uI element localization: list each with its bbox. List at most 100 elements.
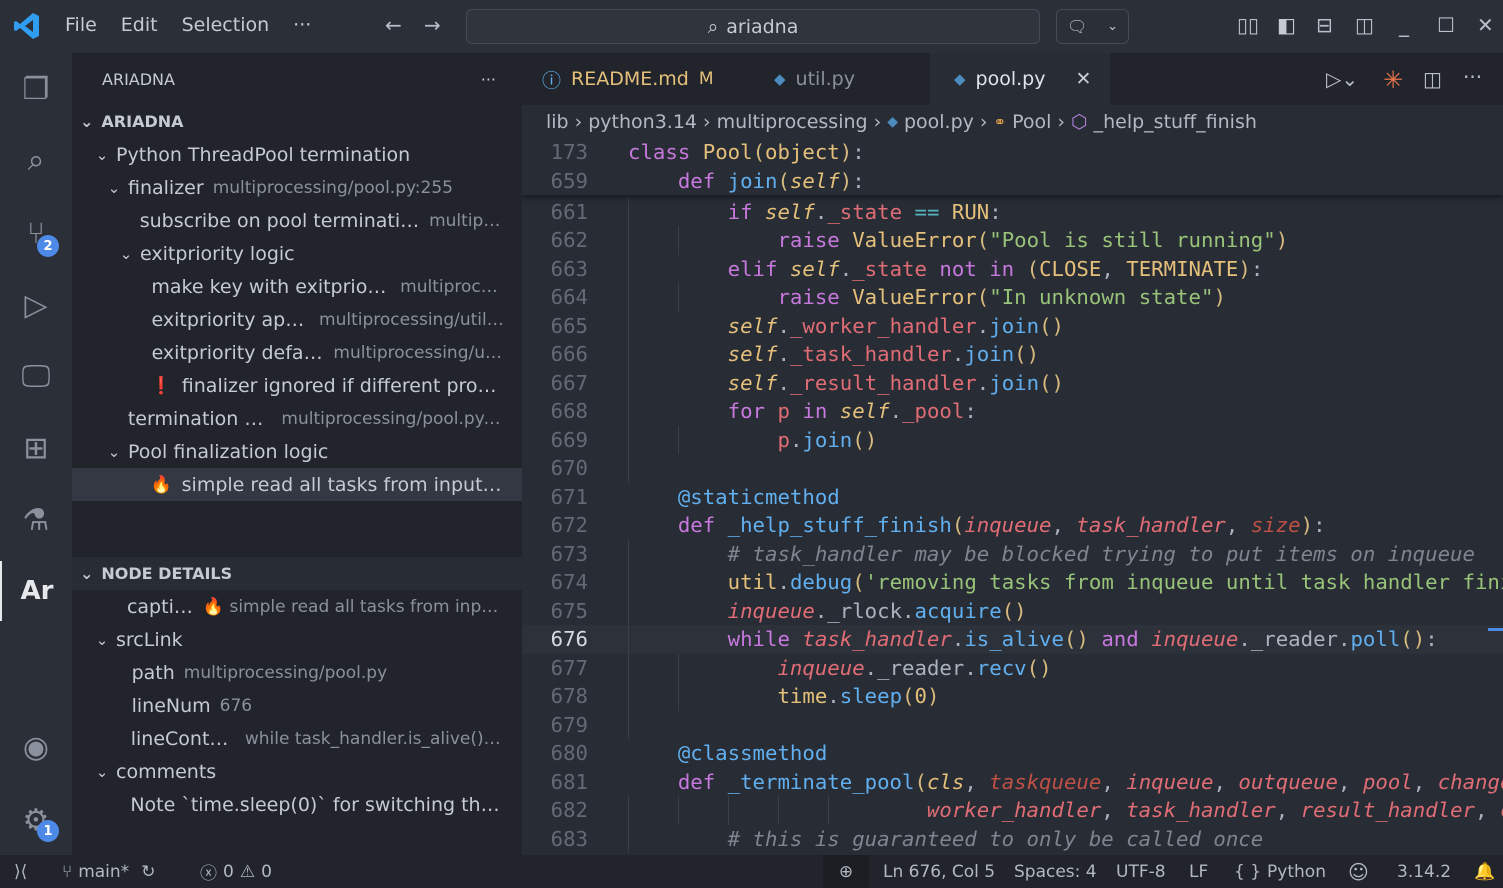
menu-selection[interactable]: Selection: [182, 14, 270, 36]
tree-item[interactable]: exitpriority default multiprocessing/ut..…: [72, 336, 522, 369]
notifications-bell-icon[interactable]: 🔔: [1474, 855, 1495, 888]
code-line[interactable]: 672 def _help_stuff_finish(inqueue, task…: [522, 511, 1503, 540]
tree-item[interactable]: ⌄ finalizer multiprocessing/pool.py:255: [72, 171, 522, 204]
tree-item[interactable]: ⌄ exitpriority logic: [72, 237, 522, 270]
breadcrumb-lib[interactable]: lib: [546, 111, 569, 133]
account-icon[interactable]: ◉: [0, 717, 72, 777]
tree-item[interactable]: make key with exitpriority multiproce...: [72, 270, 522, 303]
chevron-down-icon[interactable]: ⌄: [92, 146, 112, 164]
tree-item[interactable]: lineNum 676: [72, 689, 522, 722]
split-editor-icon[interactable]: ◫: [1423, 67, 1442, 91]
code-line[interactable]: 678 time.sleep(0): [522, 682, 1503, 711]
toggle-panel-icon[interactable]: ⊟: [1316, 13, 1333, 37]
menu-edit[interactable]: Edit: [121, 14, 158, 36]
tab-util-py[interactable]: ◆ util.py: [750, 53, 930, 105]
tree-item[interactable]: ⌄ comments: [72, 755, 522, 788]
zoom-icon[interactable]: ⊕: [823, 855, 869, 888]
close-window-icon[interactable]: ✕: [1477, 13, 1494, 37]
code-line[interactable]: 681 def _terminate_pool(cls, taskqueue, …: [522, 768, 1503, 797]
code-line[interactable]: 675 inqueue._rlock.acquire(): [522, 596, 1503, 625]
section-node-details-header[interactable]: ⌄ NODE DETAILS: [72, 557, 522, 590]
cursor-position[interactable]: Ln 676, Col 5: [883, 855, 995, 888]
breadcrumb-method[interactable]: _help_stuff_finish: [1094, 111, 1257, 133]
run-debug-icon[interactable]: ▷: [0, 275, 72, 335]
tree-item[interactable]: ⌄ Python ThreadPool termination: [72, 138, 522, 171]
code-line[interactable]: 676 while task_handler.is_alive() and in…: [522, 625, 1503, 654]
sidebar-more-button[interactable]: ···: [481, 70, 496, 89]
code-line[interactable]: 677 inqueue._reader.recv(): [522, 653, 1503, 682]
chat-button[interactable]: 🗨 ⌄: [1056, 9, 1129, 44]
search-icon[interactable]: ⌕: [0, 130, 72, 190]
code-line[interactable]: 679: [522, 710, 1503, 739]
tree-item[interactable]: ❗ finalizer ignored if different proces..…: [72, 369, 522, 402]
encoding[interactable]: UTF-8: [1116, 855, 1166, 888]
remote-explorer-icon[interactable]: 🖵: [0, 346, 72, 406]
code-line[interactable]: 663 elif self._state not in (CLOSE, TERM…: [522, 254, 1503, 283]
menu-more[interactable]: ···: [293, 14, 311, 36]
extensions-icon[interactable]: ⊞: [0, 418, 72, 478]
close-tab-icon[interactable]: ✕: [1075, 68, 1091, 90]
menu-file[interactable]: File: [65, 14, 97, 36]
branch-status[interactable]: ⑂ main* ↻: [62, 855, 155, 888]
code-line[interactable]: 664 raise ValueError("In unknown state"): [522, 283, 1503, 312]
code-line[interactable]: 666 self._task_handler.join(): [522, 340, 1503, 369]
language-mode[interactable]: { } Python: [1234, 855, 1326, 888]
ariadna-icon[interactable]: Ar: [0, 561, 72, 621]
tab-pool-py[interactable]: ◆ pool.py ✕: [930, 53, 1110, 105]
tree-item[interactable]: ⌄ Pool finalization logic: [72, 435, 522, 468]
code-line[interactable]: 665 self._worker_handler.join(): [522, 311, 1503, 340]
tab-readme[interactable]: ⓘ README.md M: [522, 53, 750, 105]
breadcrumb-file[interactable]: pool.py: [904, 111, 974, 133]
code-line[interactable]: 673 # task_handler may be blocked trying…: [522, 539, 1503, 568]
python-version[interactable]: 3.14.2: [1397, 855, 1451, 888]
problems-status[interactable]: ⓧ 0 ⚠ 0: [200, 855, 272, 888]
run-python-file-icon[interactable]: ▷⌄: [1326, 67, 1358, 91]
section-ariadna-header[interactable]: ⌄ ARIADNA: [72, 105, 522, 138]
maximize-icon[interactable]: ☐: [1437, 13, 1455, 37]
toggle-primary-sidebar-icon[interactable]: ◧: [1277, 13, 1296, 37]
code-line[interactable]: 671 @staticmethod: [522, 483, 1503, 512]
chevron-down-icon[interactable]: ⌄: [104, 443, 124, 461]
tree-item[interactable]: 🔥 simple read all tasks from input qu...: [72, 468, 522, 501]
breadcrumb-python[interactable]: python3.14: [588, 111, 697, 133]
source-control-icon[interactable]: ⑂ 2: [0, 203, 72, 263]
code-line[interactable]: 680 @classmethod: [522, 739, 1503, 768]
code-line[interactable]: 683 # this is guaranteed to only be call…: [522, 824, 1503, 853]
end-of-line[interactable]: LF: [1189, 855, 1208, 888]
tree-item[interactable]: lineContent while task_handler.is_alive()…: [72, 722, 522, 755]
breadcrumb-class[interactable]: Pool: [1012, 111, 1051, 133]
code-editor[interactable]: 661 if self._state == RUN: 662 raise Valu…: [522, 138, 1503, 855]
code-line[interactable]: 173 class Pool(object):: [522, 138, 1503, 167]
chevron-down-icon[interactable]: ⌄: [92, 763, 112, 781]
toggle-secondary-sidebar-icon[interactable]: ◫: [1355, 13, 1374, 37]
forward-arrow-icon[interactable]: →: [424, 13, 441, 37]
code-line[interactable]: 667 self._result_handler.join(): [522, 368, 1503, 397]
code-line[interactable]: 661 if self._state == RUN:: [522, 197, 1503, 226]
code-line[interactable]: 669 p.join(): [522, 425, 1503, 454]
tree-item[interactable]: subscribe on pool termination multipr...: [72, 204, 522, 237]
copilot-icon[interactable]: ☺: [1348, 855, 1369, 888]
breadcrumb-multiprocessing[interactable]: multiprocessing: [717, 111, 868, 133]
chevron-down-icon[interactable]: ⌄: [104, 179, 124, 197]
command-center-search[interactable]: ⌕ ariadna: [466, 9, 1040, 44]
chevron-down-icon[interactable]: ⌄: [92, 631, 112, 649]
code-line[interactable]: 674 util.debug('removing tasks from inqu…: [522, 568, 1503, 597]
code-line[interactable]: 668 for p in self._pool:: [522, 397, 1503, 426]
code-line[interactable]: 662 raise ValueError("Pool is still runn…: [522, 226, 1503, 255]
tree-item[interactable]: ⌄ srcLink: [72, 623, 522, 656]
customize-layout-icon[interactable]: ▯▯: [1237, 13, 1259, 37]
remote-indicator-icon[interactable]: ⟩⟨: [14, 855, 27, 888]
code-line[interactable]: 670: [522, 454, 1503, 483]
indentation[interactable]: Spaces: 4: [1014, 855, 1097, 888]
editor-more-actions-icon[interactable]: ···: [1463, 65, 1482, 89]
settings-gear-icon[interactable]: ⚙ 1: [0, 790, 72, 850]
code-line[interactable]: 682 worker_handler, task_handler, result…: [522, 796, 1503, 825]
tree-item[interactable]: Note `time.sleep(0)` for switching threa…: [72, 788, 522, 821]
code-line[interactable]: 659 def join(self):: [522, 167, 1503, 196]
tree-item[interactable]: termination api multiprocessing/pool.py:.…: [72, 402, 522, 435]
tree-item[interactable]: path multiprocessing/pool.py: [72, 656, 522, 689]
back-arrow-icon[interactable]: ←: [385, 13, 402, 37]
tree-item[interactable]: caption 🔥 simple read all tasks from inpu…: [72, 590, 522, 623]
tree-item[interactable]: exitpriority apply multiprocessing/util..…: [72, 303, 522, 336]
chevron-down-icon[interactable]: ⌄: [116, 245, 136, 263]
